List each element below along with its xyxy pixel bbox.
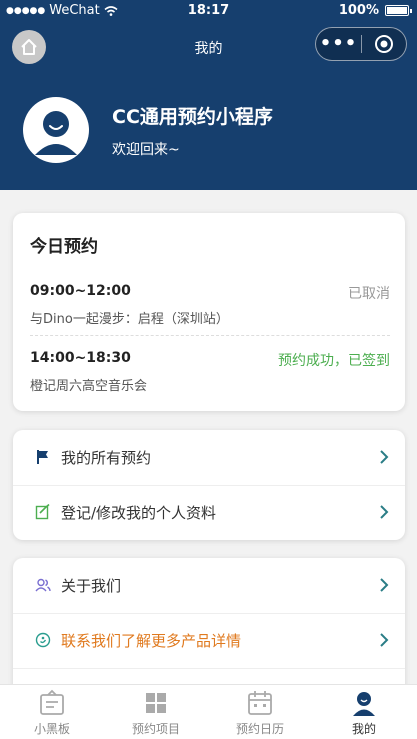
app-name: CC通用预约小程序 — [112, 106, 273, 128]
chevron-right-icon — [380, 450, 389, 464]
welcome-text: 欢迎回来~ — [112, 142, 180, 158]
appointment-description: 橙记周六高空音乐会 — [30, 379, 148, 394]
tab-board[interactable]: 小黑板 — [0, 685, 104, 739]
contact-icon — [35, 632, 51, 648]
tab-projects[interactable]: 预约项目 — [104, 685, 208, 739]
menu-item-contact-us[interactable]: 联系我们了解更多产品详情 — [13, 613, 405, 668]
tab-bar: 小黑板 预约项目 预约日历 我的 — [0, 684, 417, 739]
chevron-right-icon — [380, 633, 389, 647]
chevron-right-icon — [380, 578, 389, 592]
user-avatar-icon — [35, 111, 77, 155]
mini-program-capsule: ••• — [315, 27, 407, 61]
grid-icon — [146, 693, 166, 713]
menu-item-my-appointments[interactable]: 我的所有预约 — [13, 430, 405, 485]
today-appointments-card: 今日预约 09:00~12:00 已取消 与Dino一起漫步：启程（深圳站） 1… — [13, 213, 405, 411]
appointment-time: 09:00~12:00 — [30, 283, 131, 299]
menu-item-edit-profile[interactable]: 登记/修改我的个人资料 — [13, 485, 405, 540]
appointment-status: 已取消 — [348, 286, 390, 302]
chevron-right-icon — [380, 505, 389, 519]
today-title: 今日预约 — [30, 237, 98, 257]
calendar-icon — [248, 691, 272, 715]
tab-label: 小黑板 — [33, 722, 70, 736]
target-close-icon — [374, 35, 393, 53]
profile-header: ●●●●● WeChat 18:17 100% 我的 ••• CC通用预约小程序… — [0, 0, 417, 190]
menu-item-label: 我的所有预约 — [61, 449, 152, 467]
appointment-divider — [30, 335, 390, 336]
avatar[interactable] — [23, 97, 89, 163]
user-icon — [353, 692, 375, 716]
tab-label: 预约日历 — [235, 722, 284, 736]
flag-icon — [37, 450, 48, 464]
menu-group-appointments: 我的所有预约 登记/修改我的个人资料 — [13, 430, 405, 540]
menu-item-label: 联系我们了解更多产品详情 — [61, 632, 242, 650]
menu-divider — [13, 668, 405, 669]
appointment-description: 与Dino一起漫步：启程（深圳站） — [30, 312, 229, 327]
users-icon — [35, 578, 51, 592]
menu-item-label: 关于我们 — [61, 577, 122, 595]
board-icon — [40, 689, 64, 715]
appointment-time: 14:00~18:30 — [30, 350, 131, 366]
edit-icon — [35, 504, 50, 520]
tab-label: 我的 — [351, 722, 376, 736]
menu-item-label: 登记/修改我的个人资料 — [61, 504, 217, 522]
tab-calendar[interactable]: 预约日历 — [208, 685, 312, 739]
status-bar: ●●●●● WeChat 18:17 100% — [0, 0, 417, 22]
battery-icon — [385, 5, 412, 16]
more-menu-button[interactable]: ••• — [316, 29, 361, 59]
battery-percent: 100% — [338, 3, 379, 18]
menu-group-about: 关于我们 联系我们了解更多产品详情 — [13, 558, 405, 698]
menu-item-about-us[interactable]: 关于我们 — [13, 558, 405, 613]
exit-button[interactable] — [362, 34, 406, 54]
tab-label: 预约项目 — [131, 722, 180, 736]
tab-mine[interactable]: 我的 — [312, 685, 416, 739]
appointment-status: 预约成功，已签到 — [278, 353, 390, 369]
